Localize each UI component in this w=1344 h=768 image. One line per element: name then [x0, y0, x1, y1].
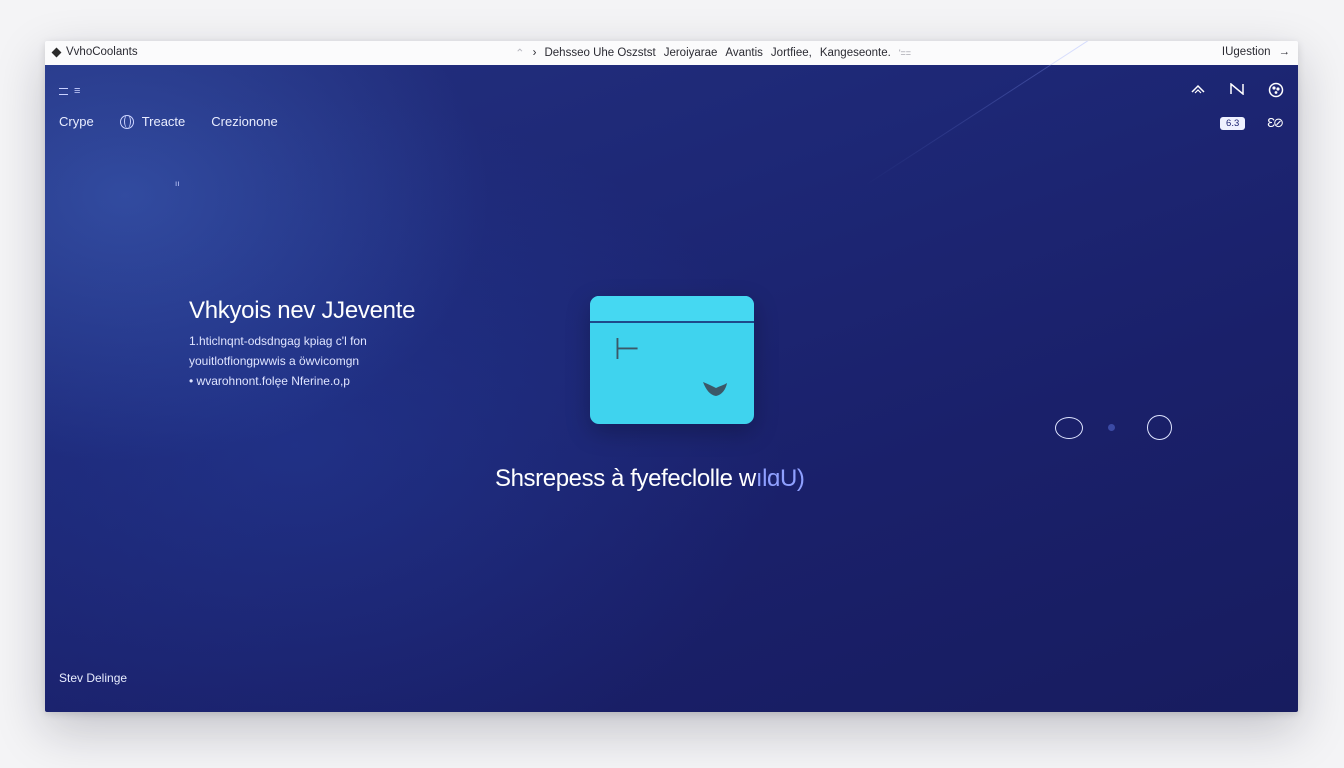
title-item-5[interactable]: Kangeseonte. [820, 47, 891, 59]
nav-item-treacte[interactable]: Treacte [142, 114, 186, 129]
feature-card[interactable]: ⊢ [590, 296, 754, 424]
tiny-marker: ıı [175, 179, 180, 188]
headline: Shsrepess à fyefeclolle wılɑU) [495, 465, 805, 493]
app-window: VvhoCoolants ⌃ › Dehsseo Uhe Oszstst Jer… [45, 41, 1298, 712]
app-name: VvhoCoolants [66, 46, 138, 58]
title-center-items: ⌃ › Dehsseo Uhe Oszstst Jeroiyarae Avant… [515, 46, 911, 60]
toggle-icon[interactable]: Ɛ⊘ [1267, 115, 1284, 131]
chat-bubble-icon[interactable] [1055, 417, 1083, 439]
dot-indicator-icon[interactable] [1108, 424, 1115, 431]
top-right-controls: 6.3 Ɛ⊘ [1220, 115, 1284, 131]
diamond-icon [51, 47, 62, 57]
hero-section: Vhkyois nev JJevente 1.hticlnqnt-odsdnga… [189, 297, 489, 391]
title-right-label[interactable]: IUgestion [1222, 46, 1271, 58]
chevron-up-icon[interactable]: ⌃ [515, 46, 525, 60]
top-nav: Crype Treacte Crezionone [59, 114, 304, 129]
footer-label[interactable]: Stev Delinge [59, 671, 127, 685]
headline-main: Shsrepess à fyefeclolle w [495, 465, 756, 492]
leaf-icon [703, 382, 727, 396]
title-item-4[interactable]: Jortfiee, [771, 47, 812, 59]
card-glyph-icon: ⊢ [614, 332, 641, 367]
hero-line-1: 1.hticlnqnt-odsdngag kpiag c'l fon [189, 334, 367, 348]
title-item-2[interactable]: Jeroiyarae [664, 47, 718, 59]
palette-icon[interactable] [1268, 82, 1284, 101]
hero-line-3: • wvarohnont.folęe Nferine.o,p [189, 374, 350, 388]
nav-item-crype[interactable]: Crype [59, 114, 94, 129]
hero-line-2: youitlotfiongpwwis a öwvicomgn [189, 354, 360, 368]
menu-label: ≡ [74, 85, 81, 97]
globe-icon [119, 114, 134, 129]
hero-title: Vhkyois nev JJevente [189, 297, 416, 324]
wifi-icon[interactable] [1190, 82, 1206, 101]
title-item-3[interactable]: Avantis [725, 47, 763, 59]
title-right: IUgestion → [1222, 46, 1290, 58]
title-bar: VvhoCoolants ⌃ › Dehsseo Uhe Oszstst Jer… [45, 41, 1298, 66]
headline-fade: ılɑU) [755, 465, 805, 492]
main-canvas: ≡ Crype Treacte Crezionone 6.3 Ɛ⊘ ıı Vhk… [45, 41, 1298, 712]
title-item-1[interactable]: Dehsseo Uhe Oszstst [544, 47, 655, 59]
globe-round-icon[interactable] [1147, 415, 1172, 440]
title-suffix: '== [898, 48, 912, 58]
card-header [590, 296, 754, 323]
top-right-icons [1190, 82, 1284, 101]
arrow-right-icon[interactable]: → [1279, 46, 1291, 58]
version-chip[interactable]: 6.3 [1220, 116, 1246, 130]
nav-item-crezionone[interactable]: Crezionone [211, 114, 278, 129]
menu-button[interactable]: ≡ [59, 85, 80, 97]
title-prefix: › [532, 47, 537, 59]
n-icon[interactable] [1230, 82, 1244, 101]
app-title: VvhoCoolants [51, 46, 138, 58]
hamburger-icon [59, 87, 68, 95]
